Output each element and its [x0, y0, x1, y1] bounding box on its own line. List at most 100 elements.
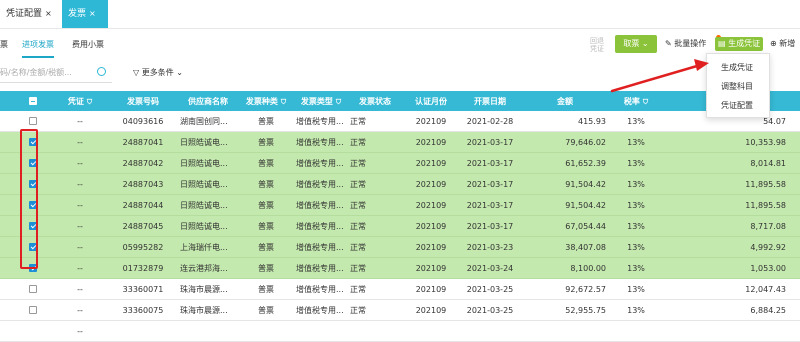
- cell-month: 202109: [402, 299, 460, 321]
- row-spacer: [790, 236, 800, 258]
- cell-supplier: 日照皓诚电...: [178, 215, 238, 237]
- row-checkbox-cell[interactable]: [14, 299, 52, 321]
- cell-supplier: 湖南国创同...: [178, 111, 238, 132]
- subtab-input-invoice[interactable]: 进项发票: [22, 34, 54, 58]
- row-spacer: [0, 173, 14, 195]
- table-row[interactable]: -- 01732879 连云港邦海... 普票 增值税专用... 正常 202109 2021…: [0, 257, 800, 279]
- table-row[interactable]: -- 24887042 日照皓诚电... 普票 增值税专用... 正常 202109 2021…: [0, 152, 800, 174]
- cell-month: 202109: [402, 131, 460, 153]
- cell-invoice-no: 24887042: [108, 152, 178, 174]
- row-spacer: [790, 257, 800, 279]
- cell-month: 202109: [402, 152, 460, 174]
- menu-item-adjust-subject[interactable]: 调整科目: [721, 81, 753, 92]
- tab-voucher-config[interactable]: 凭证配置 ×: [0, 0, 58, 28]
- cell-amount: 8,100.00: [520, 257, 610, 279]
- generate-voucher-button[interactable]: ▤ 生成凭证: [715, 37, 764, 51]
- row-checkbox[interactable]: [29, 117, 37, 125]
- row-checkbox-cell[interactable]: [14, 278, 52, 300]
- cell-status: 正常: [348, 131, 402, 153]
- filter-icon[interactable]: ⛉: [281, 98, 286, 107]
- table-row[interactable]: -- 04093616 湖南国创同... 普票 增值税专用... 正常 202109 2021…: [0, 111, 800, 132]
- cell-kind: 普票: [238, 236, 294, 258]
- cell-invoice-no: 05995282: [108, 236, 178, 258]
- cell-tax: 10,353.98: [662, 131, 790, 153]
- cell-kind: [238, 320, 294, 342]
- table-row[interactable]: -- 24887043 日照皓诚电... 普票 增值税专用... 正常 202109 2021…: [0, 173, 800, 195]
- cell-type: 增值税专用...: [294, 173, 348, 195]
- batch-operation-button[interactable]: ✎ 批量操作: [665, 38, 706, 49]
- row-checkbox-cell[interactable]: [14, 320, 52, 342]
- tab-bar: 凭证配置 × 发票 ×: [0, 0, 800, 29]
- menu-item-generate-voucher[interactable]: 生成凭证: [721, 62, 753, 73]
- close-icon[interactable]: ×: [89, 9, 96, 18]
- row-spacer: [790, 152, 800, 174]
- header-rate: 税率 ⛉: [610, 91, 662, 111]
- cell-status: 正常: [348, 299, 402, 321]
- cell-rate: 13%: [610, 152, 662, 174]
- tab-invoice[interactable]: 发票 ×: [62, 0, 108, 28]
- row-spacer: [0, 111, 14, 132]
- fetch-invoice-button[interactable]: 取票 ⌄: [615, 35, 657, 53]
- search-input[interactable]: 码/名称/金额/税额...: [0, 64, 112, 83]
- cell-tax: 11,895.58: [662, 173, 790, 195]
- rollback-voucher-button[interactable]: 回退 凭证: [590, 37, 604, 53]
- cell-invoice-no: 33360075: [108, 299, 178, 321]
- cell-status: 正常: [348, 111, 402, 132]
- cell-amount: 38,407.08: [520, 236, 610, 258]
- table-row[interactable]: -- 24887041 日照皓诚电... 普票 增值税专用... 正常 202109 2021…: [0, 131, 800, 153]
- table-row[interactable]: -- 33360071 珠海市晨源... 普票 增值税专用... 正常 202109 2021…: [0, 278, 800, 300]
- cell-type: 增值税专用...: [294, 152, 348, 174]
- row-spacer: [0, 320, 14, 342]
- close-icon[interactable]: ×: [45, 9, 52, 18]
- cell-voucher: --: [52, 278, 108, 300]
- cell-date: [460, 320, 520, 342]
- filter-icon[interactable]: ⛉: [87, 98, 92, 107]
- cell-rate: 13%: [610, 215, 662, 237]
- cell-invoice-no: 24887041: [108, 131, 178, 153]
- cell-supplier: 珠海市晨源...: [178, 299, 238, 321]
- cell-voucher: --: [52, 152, 108, 174]
- cell-type: 增值税专用...: [294, 299, 348, 321]
- cell-kind: 普票: [238, 194, 294, 216]
- table-row[interactable]: -- 33360075 珠海市晨源... 普票 增值税专用... 正常 202109 2021…: [0, 299, 800, 321]
- header-label: 认证月份: [415, 96, 447, 106]
- header-label: 税率: [623, 96, 640, 106]
- subtab-sales[interactable]: 票: [0, 34, 8, 56]
- filter-icon[interactable]: ⛉: [643, 98, 648, 107]
- table-row[interactable]: --: [0, 320, 800, 342]
- table-row[interactable]: -- 24887044 日照皓诚电... 普票 增值税专用... 正常 202109 2021…: [0, 194, 800, 216]
- header-spacer: [0, 91, 14, 111]
- cell-type: 增值税专用...: [294, 257, 348, 279]
- subtab-expense-receipt[interactable]: 费用小票: [72, 34, 104, 56]
- header-amount: 金额: [520, 91, 610, 111]
- cell-kind: 普票: [238, 278, 294, 300]
- cell-type: 增值税专用...: [294, 215, 348, 237]
- chevron-down-icon: ⌄: [176, 68, 183, 77]
- voucher-icon: ▤: [718, 39, 726, 48]
- cell-amount: 92,672.57: [520, 278, 610, 300]
- cell-month: 202109: [402, 173, 460, 195]
- fetch-invoice-label: 取票: [623, 39, 640, 48]
- cell-date: 2021-02-28: [460, 111, 520, 132]
- cell-status: 正常: [348, 236, 402, 258]
- more-filters-label: 更多条件: [141, 68, 174, 77]
- add-button[interactable]: ⊕ 新增: [770, 38, 795, 49]
- header-status: 发票状态: [348, 91, 402, 111]
- cell-supplier: 日照皓诚电...: [178, 194, 238, 216]
- search-icon[interactable]: [97, 67, 106, 76]
- cell-month: 202109: [402, 111, 460, 132]
- header-month: 认证月份: [402, 91, 460, 111]
- table-row[interactable]: -- 05995282 上海瑞仟电... 普票 增值税专用... 正常 202109 2021…: [0, 236, 800, 258]
- row-spacer: [0, 131, 14, 153]
- more-filters-button[interactable]: ▽ 更多条件 ⌄: [133, 67, 183, 78]
- menu-item-voucher-config[interactable]: 凭证配置: [721, 100, 753, 111]
- row-spacer: [0, 215, 14, 237]
- header-select-all[interactable]: [14, 91, 52, 111]
- row-spacer: [790, 215, 800, 237]
- table-row[interactable]: -- 24887045 日照皓诚电... 普票 增值税专用... 正常 202109 2021…: [0, 215, 800, 237]
- cell-voucher: --: [52, 173, 108, 195]
- header-type: 发票类型 ⛉: [294, 91, 348, 111]
- select-all-checkbox[interactable]: [29, 97, 37, 105]
- row-checkbox[interactable]: [29, 285, 37, 293]
- filter-icon[interactable]: ⛉: [336, 98, 341, 107]
